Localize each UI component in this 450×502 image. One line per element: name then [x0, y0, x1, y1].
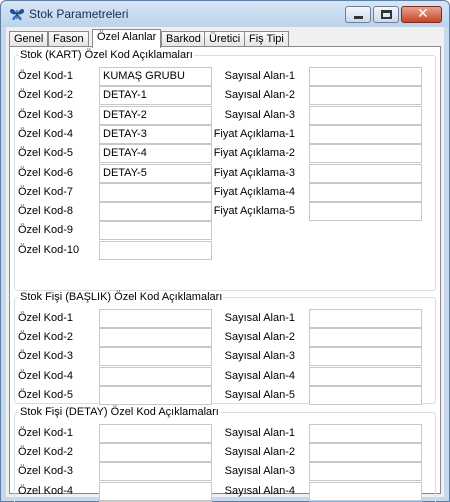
field-label-ozel-kod-4: Özel Kod-4: [18, 485, 74, 497]
input-sayisal-alan-4[interactable]: [309, 482, 422, 501]
field-label-ozel-kod-1: Özel Kod-1: [18, 427, 74, 439]
input-ozel-kod-5[interactable]: DETAY-4: [99, 144, 212, 163]
title-bar[interactable]: Stok Parametreleri ✕: [1, 1, 449, 27]
input-ozel-kod-5[interactable]: [99, 386, 212, 405]
field-label-ozel-kod-2: Özel Kod-2: [18, 331, 74, 343]
minimize-button[interactable]: [345, 6, 371, 23]
minimize-icon: [354, 16, 363, 19]
group-box-3: Stok Fişi (DETAY) Özel Kod Açıklamaları Ö…: [14, 406, 436, 502]
input-ozel-kod-3[interactable]: DETAY-2: [99, 106, 212, 125]
input-sayisal-alan-3[interactable]: [309, 106, 422, 125]
field-label-sayisal-alan-1: Sayısal Alan-1: [224, 312, 295, 324]
input-ozel-kod-4[interactable]: [99, 482, 212, 501]
field-label-sayisal-alan-4: Sayısal Alan-4: [224, 485, 295, 497]
field-label-ozel-kod-1: Özel Kod-1: [18, 312, 74, 324]
field-label-ozel-kod-10: Özel Kod-10: [18, 244, 80, 256]
group-title: Stok Fişi (BAŞLIK) Özel Kod Açıklamaları: [19, 291, 224, 303]
input-fiyat-aciklama-2[interactable]: [309, 144, 422, 163]
close-button[interactable]: ✕: [401, 6, 442, 23]
field-label-sayisal-alan-5: Sayısal Alan-5: [224, 389, 295, 401]
field-label-fiyat-aciklama-4: Fiyat Açıklama-4: [213, 186, 295, 198]
group-box-1: Stok (KART) Özel Kod Açıklamaları Özel Ko…: [14, 49, 436, 291]
tab-genel[interactable]: Genel: [9, 31, 49, 47]
tab-fis-tipi[interactable]: Fiş Tipi: [244, 31, 289, 47]
input-sayisal-alan-4[interactable]: [309, 367, 422, 386]
field-label-ozel-kod-4: Özel Kod-4: [18, 370, 74, 382]
field-label-ozel-kod-7: Özel Kod-7: [18, 186, 74, 198]
input-sayisal-alan-2[interactable]: [309, 443, 422, 462]
input-sayisal-alan-3[interactable]: [309, 462, 422, 481]
input-ozel-kod-1[interactable]: [99, 309, 212, 328]
input-ozel-kod-7[interactable]: [99, 183, 212, 202]
input-sayisal-alan-1[interactable]: [309, 309, 422, 328]
input-ozel-kod-2[interactable]: DETAY-1: [99, 86, 212, 105]
field-label-ozel-kod-3: Özel Kod-3: [18, 350, 74, 362]
field-label-sayisal-alan-2: Sayısal Alan-2: [224, 446, 295, 458]
field-label-sayisal-alan-3: Sayısal Alan-3: [224, 350, 295, 362]
field-label-ozel-kod-8: Özel Kod-8: [18, 205, 74, 217]
field-label-sayisal-alan-2: Sayısal Alan-2: [224, 89, 295, 101]
input-sayisal-alan-1[interactable]: [309, 67, 422, 86]
field-label-sayisal-alan-2: Sayısal Alan-2: [224, 331, 295, 343]
close-icon: ✕: [417, 6, 429, 22]
tab-ozel-alanlar[interactable]: Özel Alanlar: [92, 29, 162, 48]
field-label-fiyat-aciklama-3: Fiyat Açıklama-3: [213, 167, 295, 179]
input-ozel-kod-3[interactable]: [99, 347, 212, 366]
window-client-area: Genel Fason Özel Alanlar Barkod Üretici …: [6, 27, 444, 502]
field-label-fiyat-aciklama-2: Fiyat Açıklama-2: [213, 147, 295, 159]
tab-panel-ozel-alanlar: Stok (KART) Özel Kod Açıklamaları Özel Ko…: [9, 46, 441, 502]
field-label-ozel-kod-6: Özel Kod-6: [18, 167, 74, 179]
field-label-sayisal-alan-1: Sayısal Alan-1: [224, 427, 295, 439]
field-label-sayisal-alan-3: Sayısal Alan-3: [224, 465, 295, 477]
input-fiyat-aciklama-4[interactable]: [309, 183, 422, 202]
input-ozel-kod-10[interactable]: [99, 241, 212, 260]
tab-barkod[interactable]: Barkod: [161, 31, 206, 47]
field-label-sayisal-alan-3: Sayısal Alan-3: [224, 109, 295, 121]
input-ozel-kod-6[interactable]: DETAY-5: [99, 164, 212, 183]
field-label-sayisal-alan-1: Sayısal Alan-1: [224, 70, 295, 82]
field-label-ozel-kod-1: Özel Kod-1: [18, 70, 74, 82]
field-label-ozel-kod-3: Özel Kod-3: [18, 109, 74, 121]
field-label-ozel-kod-9: Özel Kod-9: [18, 224, 74, 236]
field-label-ozel-kod-5: Özel Kod-5: [18, 389, 74, 401]
group-title: Stok Fişi (DETAY) Özel Kod Açıklamaları: [19, 406, 220, 418]
input-ozel-kod-3[interactable]: [99, 462, 212, 481]
input-ozel-kod-9[interactable]: [99, 221, 212, 240]
field-label-fiyat-aciklama-5: Fiyat Açıklama-5: [213, 205, 295, 217]
input-ozel-kod-2[interactable]: [99, 328, 212, 347]
input-sayisal-alan-2[interactable]: [309, 328, 422, 347]
butterfly-icon: [10, 9, 24, 21]
input-ozel-kod-4[interactable]: [99, 367, 212, 386]
input-sayisal-alan-3[interactable]: [309, 347, 422, 366]
input-ozel-kod-1[interactable]: [99, 424, 212, 443]
maximize-icon: [381, 10, 392, 19]
input-fiyat-aciklama-1[interactable]: [309, 125, 422, 144]
maximize-button[interactable]: [373, 6, 399, 23]
window-title: Stok Parametreleri: [29, 7, 129, 21]
app-window: Stok Parametreleri ✕ Genel Fason Özel Al…: [0, 0, 450, 502]
input-ozel-kod-1[interactable]: KUMAŞ GRUBU: [99, 67, 212, 86]
field-label-sayisal-alan-4: Sayısal Alan-4: [224, 370, 295, 382]
field-label-fiyat-aciklama-1: Fiyat Açıklama-1: [213, 128, 295, 140]
field-label-ozel-kod-5: Özel Kod-5: [18, 147, 74, 159]
input-fiyat-aciklama-5[interactable]: [309, 202, 422, 221]
group-box-2: Stok Fişi (BAŞLIK) Özel Kod Açıklamaları…: [14, 291, 436, 405]
input-fiyat-aciklama-3[interactable]: [309, 164, 422, 183]
input-ozel-kod-2[interactable]: [99, 443, 212, 462]
field-label-ozel-kod-3: Özel Kod-3: [18, 465, 74, 477]
tab-uretici[interactable]: Üretici: [204, 31, 246, 47]
input-ozel-kod-4[interactable]: DETAY-3: [99, 125, 212, 144]
field-label-ozel-kod-2: Özel Kod-2: [18, 446, 74, 458]
field-label-ozel-kod-4: Özel Kod-4: [18, 128, 74, 140]
tab-fason[interactable]: Fason: [48, 31, 89, 47]
input-sayisal-alan-5[interactable]: [309, 386, 422, 405]
input-sayisal-alan-1[interactable]: [309, 424, 422, 443]
group-title: Stok (KART) Özel Kod Açıklamaları: [19, 49, 194, 61]
input-sayisal-alan-2[interactable]: [309, 86, 422, 105]
field-label-ozel-kod-2: Özel Kod-2: [18, 89, 74, 101]
input-ozel-kod-8[interactable]: [99, 202, 212, 221]
